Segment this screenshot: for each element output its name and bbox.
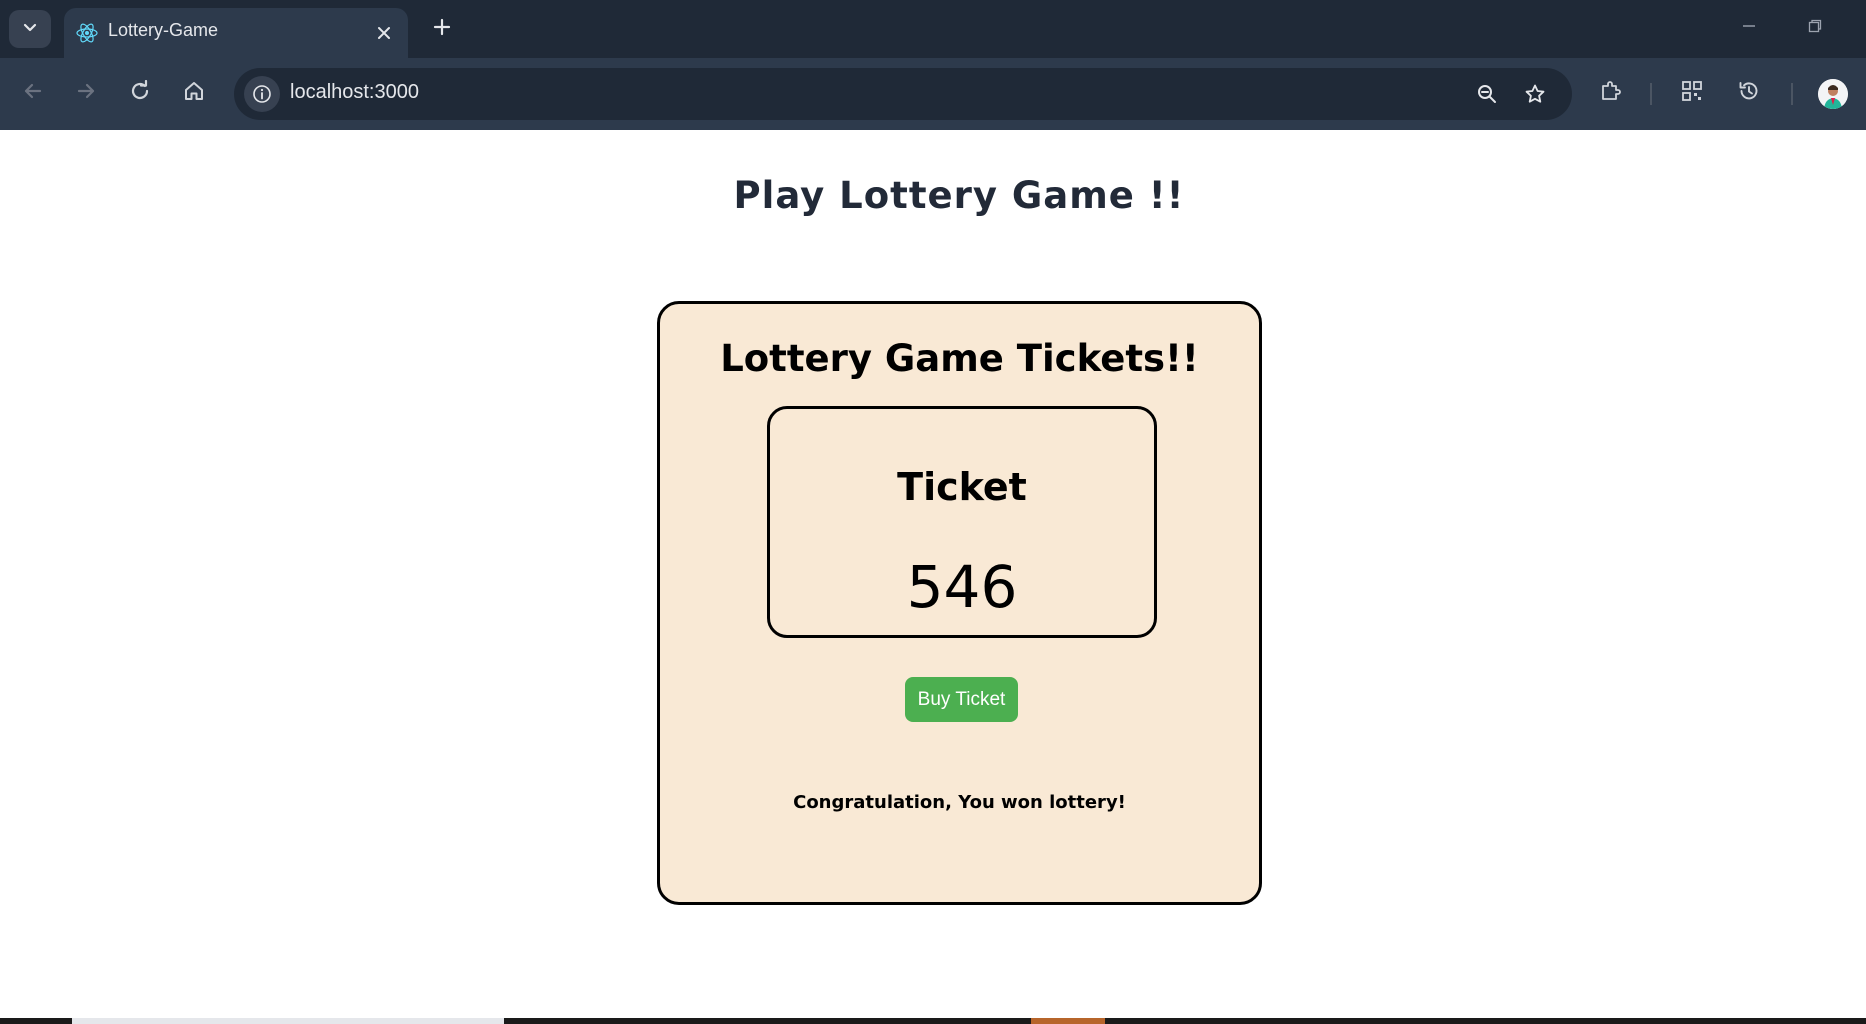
info-icon[interactable]: [244, 76, 280, 112]
taskbar-segment: [1031, 1018, 1105, 1024]
page-title: Play Lottery Game !!: [733, 174, 1185, 217]
result-message: Congratulation, You won lottery!: [793, 792, 1126, 813]
extensions-button[interactable]: [1590, 72, 1632, 114]
ticket-number: 546: [906, 553, 1018, 621]
profile-avatar[interactable]: [1818, 79, 1848, 109]
toolbar-separator: [1791, 83, 1793, 105]
extensions-icon: [1599, 79, 1623, 107]
reload-icon: [129, 79, 151, 106]
tab-search-button[interactable]: [9, 10, 51, 48]
minimize-icon: [1741, 18, 1757, 38]
star-icon[interactable]: [1518, 77, 1552, 111]
taskbar-segment: [72, 1018, 504, 1024]
history-button[interactable]: [1728, 72, 1770, 114]
toolbar-separator: [1650, 83, 1652, 105]
restore-icon: [1807, 18, 1823, 38]
qr-code-button[interactable]: [1671, 72, 1713, 114]
taskbar-strip: [0, 1018, 1866, 1024]
forward-button[interactable]: [65, 72, 107, 114]
qr-code-icon: [1680, 79, 1704, 107]
home-icon: [183, 80, 205, 106]
buy-ticket-button[interactable]: Buy Ticket: [905, 677, 1018, 722]
chevron-down-icon: [22, 19, 38, 39]
ticket-label: Ticket: [897, 465, 1027, 509]
card-title: Lottery Game Tickets!!: [720, 337, 1199, 380]
home-button[interactable]: [173, 72, 215, 114]
reload-button[interactable]: [119, 72, 161, 114]
plus-icon: [432, 17, 452, 41]
back-icon: [22, 80, 44, 106]
close-icon[interactable]: [370, 19, 398, 47]
url-text[interactable]: localhost:3000: [290, 81, 419, 104]
zoom-icon[interactable]: [1470, 77, 1504, 111]
history-icon: [1737, 79, 1761, 107]
browser-tab-active[interactable]: Lottery-Game: [64, 8, 408, 60]
restore-button[interactable]: [1792, 10, 1838, 46]
tab-title: Lottery-Game: [108, 20, 219, 40]
back-button[interactable]: [12, 72, 54, 114]
browser-toolbar: localhost:3000: [0, 58, 1866, 130]
address-bar[interactable]: localhost:3000: [234, 68, 1572, 120]
forward-icon: [75, 80, 97, 106]
minimize-button[interactable]: [1726, 10, 1772, 46]
lottery-card: Lottery Game Tickets!! Ticket 546 Buy Ti…: [657, 301, 1262, 905]
browser-titlebar: Lottery-Game: [0, 0, 1866, 60]
ticket-box: Ticket 546: [767, 406, 1157, 638]
react-icon: [73, 19, 101, 47]
new-tab-button[interactable]: [424, 11, 460, 47]
